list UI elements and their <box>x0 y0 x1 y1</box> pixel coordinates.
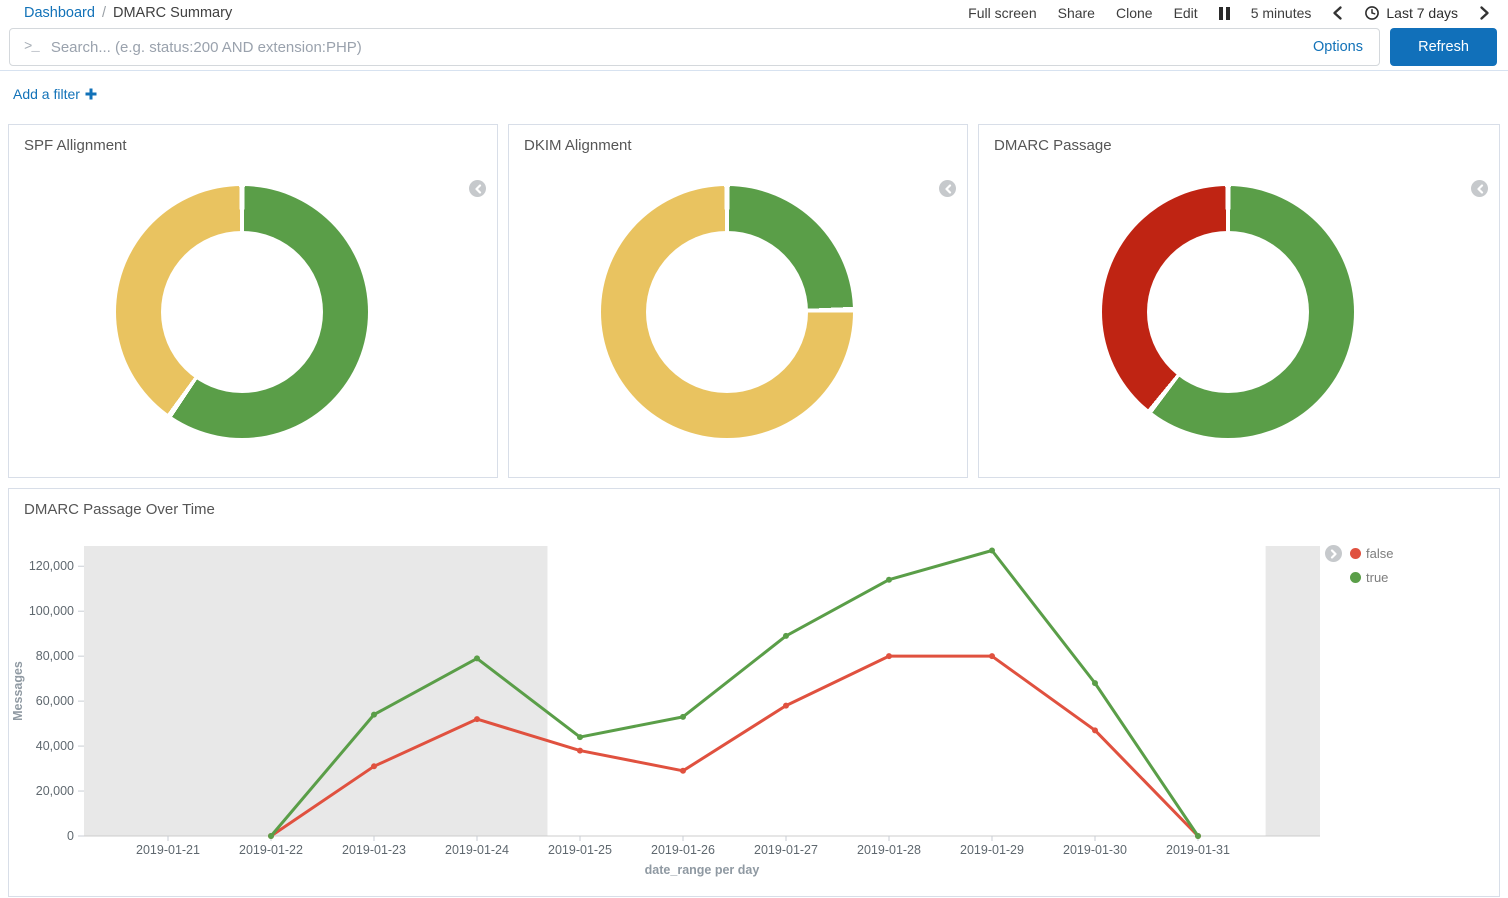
x-tick-label: 2019-01-27 <box>754 843 818 857</box>
time-range-label: Last 7 days <box>1386 5 1458 21</box>
plus-icon <box>85 88 97 100</box>
refresh-button[interactable]: Refresh <box>1390 28 1497 66</box>
partial-data-band <box>84 546 548 836</box>
x-tick-label: 2019-01-23 <box>342 843 406 857</box>
add-filter-link[interactable]: Add a filter <box>13 86 97 102</box>
data-point-true <box>989 547 995 553</box>
legend-dot-false <box>1350 548 1361 559</box>
donut-chart[interactable] <box>1102 186 1354 438</box>
console-prompt-icon: >_ <box>24 39 39 55</box>
menu-clone[interactable]: Clone <box>1116 5 1153 21</box>
x-tick-label: 2019-01-25 <box>548 843 612 857</box>
top-menu: Full screen Share Clone Edit 5 minutes L… <box>968 5 1490 21</box>
options-link[interactable]: Options <box>1313 39 1363 55</box>
menu-share[interactable]: Share <box>1058 5 1095 21</box>
data-point-false <box>474 716 480 722</box>
legend-dot-true <box>1350 572 1361 583</box>
search-input[interactable] <box>51 39 1301 56</box>
legend-collapse-button[interactable] <box>939 180 956 197</box>
data-point-false <box>783 703 789 709</box>
data-point-true <box>886 577 892 583</box>
panel-title: SPF Allignment <box>9 125 497 154</box>
add-filter-label: Add a filter <box>13 86 80 102</box>
y-tick-label: 20,000 <box>36 784 74 798</box>
data-point-true <box>680 714 686 720</box>
chevron-left-icon <box>1476 184 1484 194</box>
legend-item-true[interactable]: true <box>1350 570 1393 585</box>
data-point-false <box>680 768 686 774</box>
chevron-right-icon <box>1330 549 1338 559</box>
menu-full-screen[interactable]: Full screen <box>968 5 1036 21</box>
panel-spf-alignment: SPF Allignment <box>8 124 498 478</box>
panel-dmarc-over-time: DMARC Passage Over Time 2019-01-212019-0… <box>8 488 1500 897</box>
legend-label: false <box>1366 546 1393 561</box>
y-tick-label: 60,000 <box>36 694 74 708</box>
x-tick-label: 2019-01-28 <box>857 843 921 857</box>
data-point-true <box>371 712 377 718</box>
data-point-true <box>474 655 480 661</box>
donut-chart[interactable] <box>601 186 853 438</box>
data-point-true <box>1195 833 1201 839</box>
y-axis-title: Messages <box>11 661 25 721</box>
data-point-true <box>783 633 789 639</box>
y-tick-label: 120,000 <box>29 559 74 573</box>
refresh-interval-label[interactable]: 5 minutes <box>1251 5 1312 21</box>
panel-dmarc-passage: DMARC Passage <box>978 124 1500 478</box>
time-back-button[interactable] <box>1332 5 1343 21</box>
partial-data-band <box>1266 546 1320 836</box>
panel-dkim-alignment: DKIM Alignment <box>508 124 968 478</box>
dashboard-row-1: SPF Allignment DKIM Alignment DMARC Pass… <box>8 124 1500 478</box>
x-tick-label: 2019-01-22 <box>239 843 303 857</box>
x-axis-title: date_range per day <box>645 863 760 877</box>
top-navbar: Dashboard / DMARC Summary Full screen Sh… <box>0 0 1508 24</box>
x-tick-label: 2019-01-30 <box>1063 843 1127 857</box>
data-point-false <box>1092 727 1098 733</box>
time-forward-button[interactable] <box>1479 5 1490 21</box>
clock-icon <box>1364 5 1380 21</box>
chevron-left-icon <box>474 184 482 194</box>
chevron-right-icon <box>1479 5 1490 21</box>
y-tick-label: 0 <box>67 829 74 843</box>
legend-expand-button[interactable] <box>1325 545 1342 562</box>
y-tick-label: 80,000 <box>36 649 74 663</box>
dashboard-grid: SPF Allignment DKIM Alignment DMARC Pass… <box>0 123 1508 897</box>
pause-auto-refresh-button[interactable] <box>1219 7 1230 20</box>
x-tick-label: 2019-01-24 <box>445 843 509 857</box>
x-tick-label: 2019-01-31 <box>1166 843 1230 857</box>
breadcrumb: Dashboard / DMARC Summary <box>24 5 232 21</box>
data-point-false <box>886 653 892 659</box>
search-bar: >_ Options <box>9 28 1380 66</box>
chevron-left-icon <box>1332 5 1343 21</box>
data-point-false <box>371 763 377 769</box>
legend-item-false[interactable]: false <box>1350 546 1393 561</box>
breadcrumb-separator: / <box>102 5 106 21</box>
menu-edit[interactable]: Edit <box>1174 5 1198 21</box>
y-tick-label: 40,000 <box>36 739 74 753</box>
data-point-true <box>577 734 583 740</box>
chevron-left-icon <box>944 184 952 194</box>
query-bar-section: >_ Options Refresh <box>0 24 1508 71</box>
data-point-false <box>989 653 995 659</box>
line-chart: 2019-01-21 2019-01-22 2019-01-23 2019-01-24… <box>9 489 1501 896</box>
panel-title: DMARC Passage <box>979 125 1499 154</box>
breadcrumb-current: DMARC Summary <box>113 5 232 21</box>
data-point-false <box>577 748 583 754</box>
chart-legend: false true <box>1350 546 1393 585</box>
x-tick-label: 2019-01-29 <box>960 843 1024 857</box>
filter-bar: Add a filter <box>0 71 1508 123</box>
y-tick-label: 100,000 <box>29 604 74 618</box>
time-range-picker[interactable]: Last 7 days <box>1364 5 1458 21</box>
panel-title: DKIM Alignment <box>509 125 967 154</box>
legend-label: true <box>1366 570 1388 585</box>
data-point-true <box>1092 680 1098 686</box>
x-tick-label: 2019-01-26 <box>651 843 715 857</box>
breadcrumb-dashboard-link[interactable]: Dashboard <box>24 5 95 21</box>
legend-collapse-button[interactable] <box>469 180 486 197</box>
legend-collapse-button[interactable] <box>1471 180 1488 197</box>
donut-chart[interactable] <box>116 186 368 438</box>
panel-title: DMARC Passage Over Time <box>9 489 1499 518</box>
x-tick-label: 2019-01-21 <box>136 843 200 857</box>
data-point-true <box>268 833 274 839</box>
